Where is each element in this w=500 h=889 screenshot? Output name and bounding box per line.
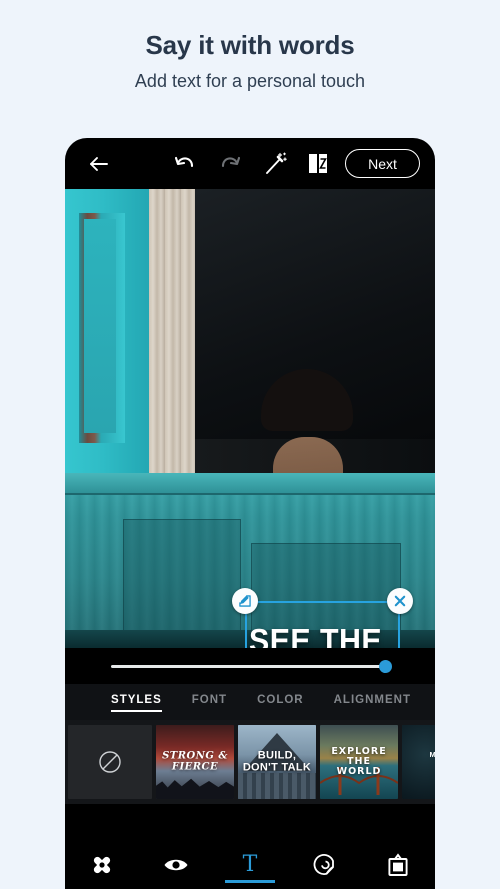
text-overlay-line-1: SEE THE: [249, 622, 383, 648]
style-thumb-skyline: [238, 773, 316, 799]
tab-styles[interactable]: STYLES: [111, 694, 162, 712]
photo-window-pane: [84, 219, 116, 433]
sticker-peel-icon: [312, 853, 336, 877]
tab-font[interactable]: FONT: [192, 694, 227, 710]
promo-screenshot: Say it with words Add text for a persona…: [0, 0, 500, 889]
photo-curtain: [149, 189, 195, 499]
phone-frame: Next SEE THE STYLES FONT COLOR ALIGNMENT…: [65, 138, 435, 889]
style-thumb-label-line-1: STRONG &: [162, 750, 228, 762]
healing-patch-icon: [89, 852, 115, 878]
redo-icon[interactable]: [218, 152, 242, 176]
magic-wand-icon[interactable]: [263, 151, 289, 177]
text-editor-tabs: STYLES FONT COLOR ALIGNMENT: [65, 684, 435, 720]
tab-alignment[interactable]: ALIGNMENT: [334, 694, 411, 710]
bottom-navigation: T: [65, 840, 435, 889]
photo-wood-ledge: [65, 473, 435, 495]
no-style-icon: [97, 749, 123, 775]
style-thumb-label-line-2: DON'T TALK: [242, 761, 312, 773]
style-thumb-label-line-2: SIGNIFIC: [430, 760, 435, 769]
style-thumb-label: MAKE IT SIM SIGNIFIC: [430, 750, 435, 769]
text-tool-icon: T: [242, 852, 258, 877]
compare-flip-icon[interactable]: [306, 151, 330, 176]
style-thumbnail-build-dont-talk[interactable]: BUILD, DON'T TALK: [238, 725, 316, 799]
undo-icon[interactable]: [173, 152, 197, 176]
tab-color[interactable]: COLOR: [257, 694, 304, 710]
frame-icon: [387, 852, 409, 877]
promo-header: Say it with words Add text for a persona…: [0, 0, 500, 92]
eye-icon: [163, 856, 189, 874]
style-thumb-label: EXPLORE THE WORLD: [320, 747, 398, 777]
slider-thumb[interactable]: [379, 660, 392, 673]
style-thumb-label-line-2: FIERCE: [171, 761, 219, 772]
photo-wood-panel-a: [123, 519, 241, 639]
style-thumbnail-none[interactable]: [68, 725, 152, 799]
next-button[interactable]: Next: [345, 149, 420, 178]
style-thumb-label: STRONG & FIERCE: [156, 750, 234, 773]
style-thumbnail-make-it-significant[interactable]: MAKE IT SIM SIGNIFIC: [402, 725, 435, 799]
style-thumbnail-strip[interactable]: STRONG & FIERCE BUILD, DON'T TALK EXPLOR…: [65, 720, 435, 804]
nav-item-heal[interactable]: [77, 845, 127, 885]
back-arrow-icon[interactable]: [87, 152, 111, 176]
edit-text-handle-icon[interactable]: [232, 588, 258, 614]
photo-window-frame: [65, 189, 149, 489]
nav-item-frame[interactable]: [373, 845, 423, 885]
close-text-handle-icon[interactable]: [387, 588, 413, 614]
style-thumbnail-explore-the-world[interactable]: EXPLORE THE WORLD: [320, 725, 398, 799]
top-toolbar: Next: [65, 138, 435, 189]
photo-canvas[interactable]: SEE THE GOOD: [65, 189, 435, 648]
style-thumb-label-line-2: THE WORLD: [336, 756, 382, 777]
text-overlay[interactable]: SEE THE GOOD: [249, 622, 401, 648]
style-thumbnail-strong-fierce[interactable]: STRONG & FIERCE: [156, 725, 234, 799]
nav-item-eye[interactable]: [151, 845, 201, 885]
page-title: Say it with words: [145, 30, 355, 60]
page-subtitle: Add text for a personal touch: [134, 71, 366, 91]
nav-item-text[interactable]: T: [225, 845, 275, 885]
style-thumb-label-line-1: BUILD,: [257, 749, 297, 762]
slider-track[interactable]: [111, 665, 389, 668]
opacity-slider-row[interactable]: [65, 648, 435, 684]
style-thumb-label-line-1: MAKE IT SIM: [429, 750, 435, 760]
style-thumb-label: BUILD, DON'T TALK: [238, 750, 316, 773]
nav-item-sticker[interactable]: [299, 845, 349, 885]
